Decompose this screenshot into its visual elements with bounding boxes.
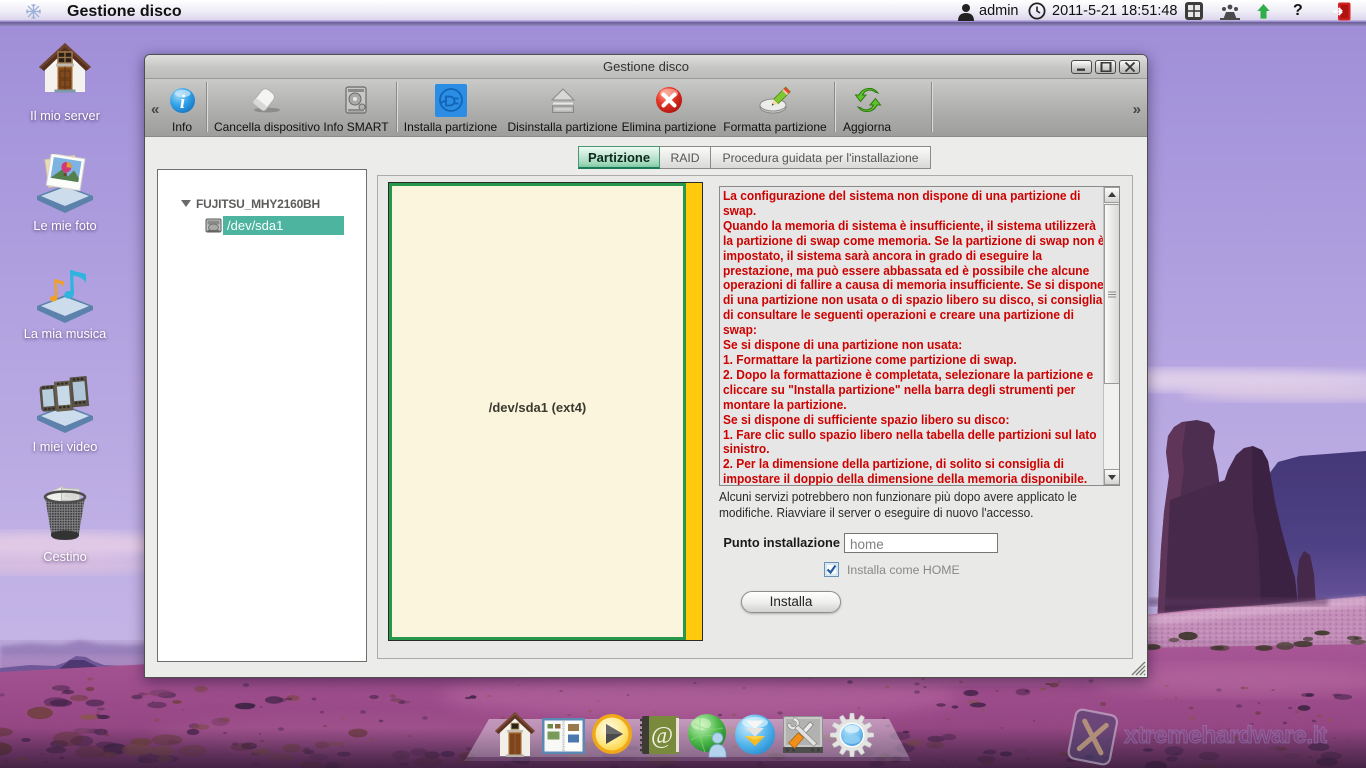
svg-text:i: i [179,92,185,113]
svg-text:@: @ [651,723,673,749]
